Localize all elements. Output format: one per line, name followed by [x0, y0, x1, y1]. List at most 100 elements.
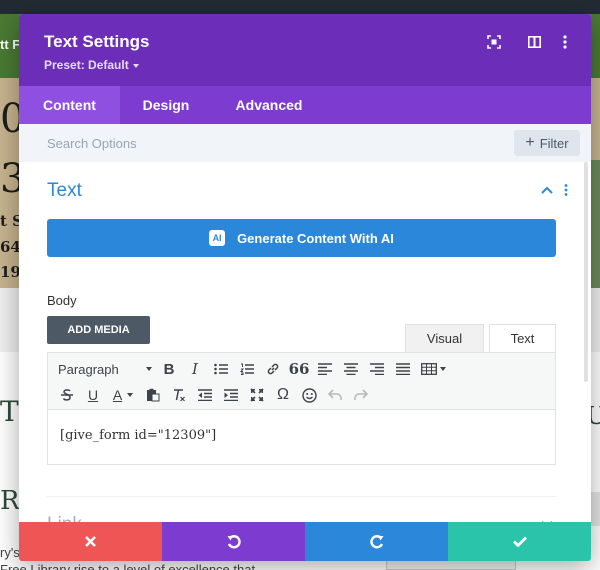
align-center-button[interactable] [338, 357, 364, 381]
preset-selector[interactable]: Preset: Default [44, 58, 139, 72]
text-color-icon: A [112, 387, 123, 403]
undo-button[interactable] [162, 522, 305, 561]
undo-icon [227, 534, 241, 548]
toolbar-row-2: U A Ω [54, 382, 374, 408]
cancel-button[interactable] [19, 522, 162, 561]
justify-icon [396, 363, 410, 375]
close-icon [85, 536, 96, 547]
tab-design[interactable]: Design [129, 86, 203, 124]
bold-icon: B [163, 360, 175, 378]
more-options-button[interactable] [555, 32, 575, 52]
fullscreen-button[interactable] [244, 383, 270, 407]
text-settings-modal: Text Settings Preset: Default Content De… [19, 14, 591, 561]
modal-header: Text Settings Preset: Default [19, 14, 591, 86]
link-button[interactable] [260, 357, 286, 381]
modal-footer [19, 522, 591, 561]
fullscreen-icon [250, 388, 264, 402]
caret-down-icon [127, 393, 134, 397]
redo-arrow-icon [354, 389, 368, 400]
plus-icon: + [525, 134, 535, 151]
search-row: + Filter [19, 124, 591, 162]
section-divider [47, 496, 556, 497]
special-character-button[interactable]: Ω [270, 383, 296, 407]
bullet-list-button[interactable] [208, 357, 234, 381]
indent-icon [224, 389, 238, 401]
page-scrollbar [590, 492, 600, 526]
editor-redo-button[interactable] [348, 383, 374, 407]
table-icon [420, 363, 437, 375]
section-title-text[interactable]: Text [47, 180, 82, 202]
chevron-up-icon[interactable] [541, 186, 553, 194]
numbered-list-icon [240, 363, 254, 375]
page-top-bar [0, 0, 600, 14]
numbered-list-button[interactable] [234, 357, 260, 381]
body-editor: Paragraph B I 66 U A Ω [give_form id="12… [47, 352, 556, 465]
editor-tab-text[interactable]: Text [489, 324, 556, 352]
filter-button[interactable]: + Filter [514, 130, 580, 156]
hero-text-fragment: 64 [0, 238, 21, 256]
page-paragraph-fragment: ry's [0, 545, 20, 560]
editor-tab-visual[interactable]: Visual [405, 324, 484, 352]
settings-body: Text AI Generate Content With AI Body AD… [19, 162, 591, 535]
caret-down-icon [146, 367, 152, 371]
section-options-icon[interactable] [564, 184, 568, 196]
columns-icon [527, 36, 541, 48]
outdent-button[interactable] [192, 383, 218, 407]
quote-icon: 66 [288, 360, 310, 378]
editor-undo-button[interactable] [322, 383, 348, 407]
smiley-icon [301, 387, 317, 403]
format-select[interactable]: Paragraph [54, 357, 156, 381]
columns-button[interactable] [524, 32, 544, 52]
strikethrough-button[interactable] [54, 383, 80, 407]
caret-down-icon [132, 63, 139, 68]
text-color-button[interactable]: A [106, 383, 140, 407]
undo-arrow-icon [328, 389, 342, 400]
table-button[interactable] [416, 357, 450, 381]
clear-formatting-icon [174, 389, 185, 402]
blockquote-button[interactable]: 66 [286, 357, 312, 381]
search-options-input[interactable] [37, 124, 507, 162]
settings-tabs: Content Design Advanced [19, 86, 591, 124]
hero-text-fragment: 19 [0, 263, 21, 281]
bullet-list-icon [214, 363, 228, 375]
modal-title: Text Settings [44, 32, 150, 51]
generate-content-ai-button[interactable]: AI Generate Content With AI [47, 219, 556, 257]
link-icon [267, 363, 279, 375]
save-button[interactable] [448, 522, 591, 561]
expand-button[interactable] [484, 32, 504, 52]
redo-button[interactable] [305, 522, 448, 561]
toolbar-row-1: Paragraph B I 66 [54, 356, 450, 382]
indent-button[interactable] [218, 383, 244, 407]
clear-formatting-button[interactable] [166, 383, 192, 407]
kebab-menu-icon [563, 35, 567, 49]
align-right-button[interactable] [364, 357, 390, 381]
align-left-button[interactable] [312, 357, 338, 381]
redo-icon [369, 534, 383, 548]
align-right-icon [370, 363, 384, 375]
paste-text-button[interactable] [140, 383, 166, 407]
italic-button[interactable]: I [182, 357, 208, 381]
omega-icon: Ω [277, 386, 289, 403]
editor-toolbar: Paragraph B I 66 U A Ω [48, 353, 555, 410]
tab-advanced[interactable]: Advanced [219, 86, 319, 124]
emoji-button[interactable] [296, 383, 322, 407]
justify-button[interactable] [390, 357, 416, 381]
ai-icon: AI [209, 230, 226, 246]
caret-down-icon [439, 367, 446, 371]
editor-content[interactable]: [give_form id="12309"] [60, 428, 216, 443]
page-nav-fragment: tt F [0, 37, 21, 52]
tab-content[interactable]: Content [19, 86, 120, 124]
align-left-icon [318, 363, 332, 375]
modal-scrollbar[interactable] [584, 162, 588, 382]
bold-button[interactable]: B [156, 357, 182, 381]
strikethrough-icon [61, 389, 73, 401]
check-icon [512, 536, 527, 547]
outdent-icon [198, 389, 212, 401]
underline-button[interactable]: U [80, 383, 106, 407]
italic-icon: I [192, 360, 198, 378]
underline-icon: U [87, 387, 99, 403]
page-paragraph-fragment: Free Library rise to a level of excellen… [0, 562, 256, 570]
add-media-button[interactable]: ADD MEDIA [47, 316, 150, 344]
expand-icon [487, 35, 501, 49]
body-label: Body [47, 293, 77, 308]
